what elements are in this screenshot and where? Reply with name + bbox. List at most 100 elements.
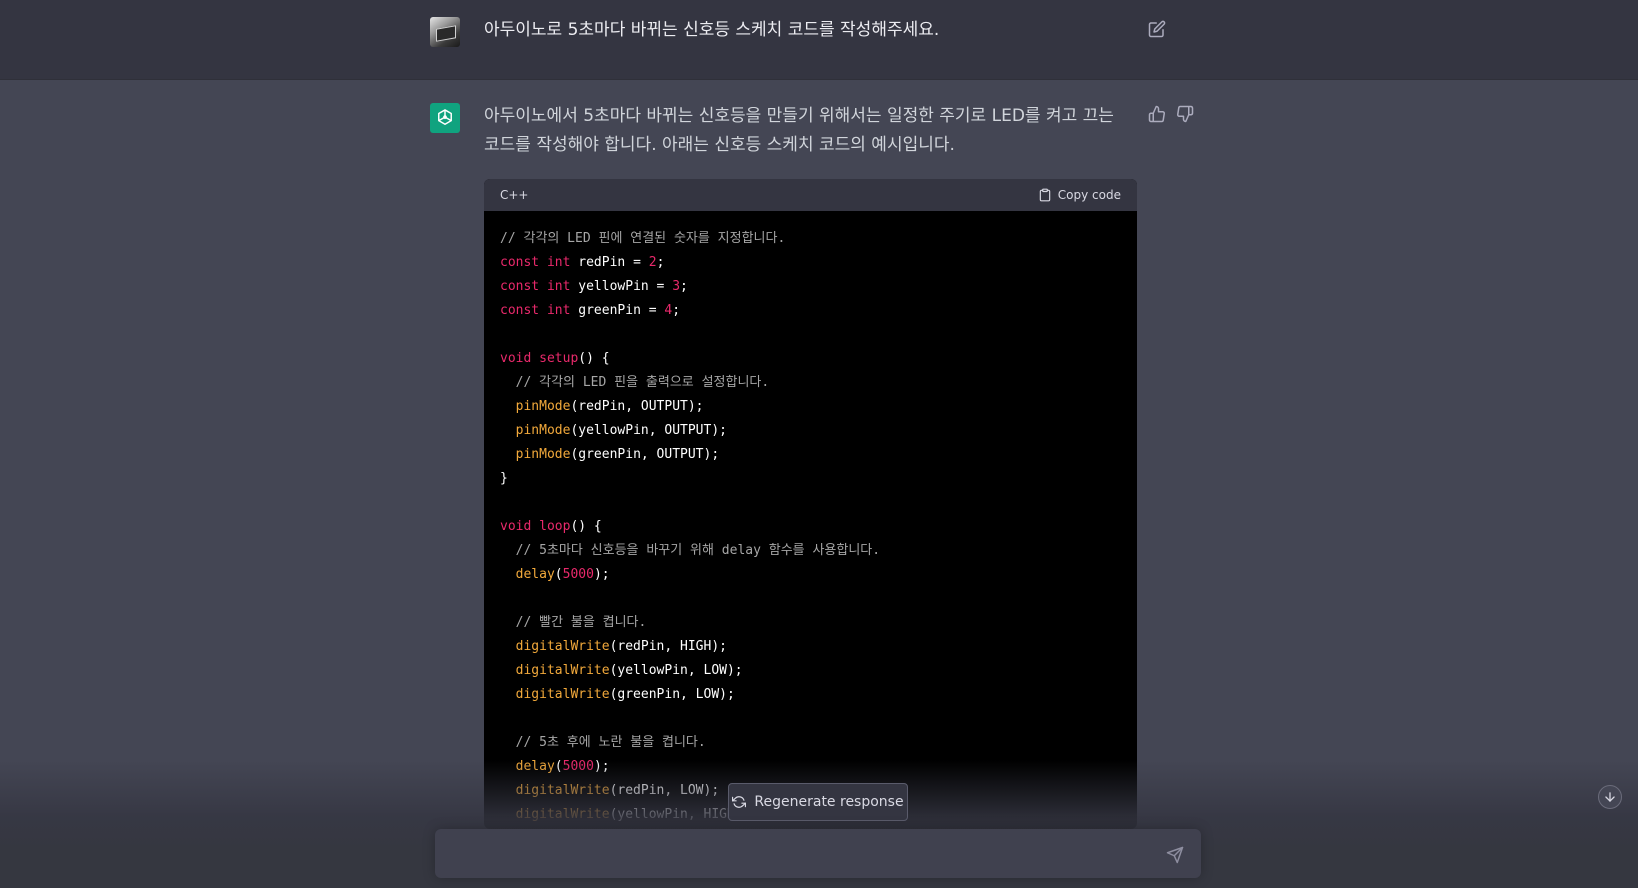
code-token: 5000 — [562, 567, 594, 582]
user-message-row: 아두이노로 5초마다 바뀌는 신호등 스케치 코드를 작성해주세요. — [0, 0, 1638, 80]
assistant-avatar — [430, 103, 460, 133]
code-token: int — [546, 303, 571, 318]
code-line: void loop() { — [500, 515, 1121, 539]
code-token: greenPin = — [570, 303, 665, 318]
code-token: (redPin, HIGH); — [609, 639, 727, 654]
edit-icon[interactable] — [1148, 20, 1166, 38]
code-token: (yellowPin, OUTPUT); — [570, 423, 727, 438]
clipboard-icon — [1039, 188, 1051, 202]
code-token: 2 — [648, 255, 657, 270]
code-token: () { — [570, 519, 602, 534]
code-token: const — [500, 279, 540, 294]
code-line: const int greenPin = 4; — [500, 299, 1121, 323]
code-line: // 각각의 LED 핀에 연결된 숫자를 지정합니다. — [500, 227, 1121, 251]
code-line: // 빨간 불을 켭니다. — [500, 611, 1121, 635]
code-line: void setup() { — [500, 347, 1121, 371]
thumbs-down-icon[interactable] — [1176, 105, 1194, 123]
scroll-to-bottom-button[interactable] — [1598, 785, 1622, 809]
code-token: ( — [554, 567, 563, 582]
refresh-icon — [732, 796, 747, 808]
code-token: delay — [515, 567, 555, 582]
code-token: const — [500, 303, 540, 318]
code-token: pinMode — [515, 447, 571, 462]
code-line: // 5초 후에 노란 불을 켭니다. — [500, 731, 1121, 755]
code-token: // 각각의 LED 핀을 출력으로 설정합니다. — [515, 375, 770, 390]
user-avatar — [430, 17, 460, 47]
code-token: } — [500, 471, 508, 486]
code-line: const int yellowPin = 3; — [500, 275, 1121, 299]
assistant-message-text: 아두이노에서 5초마다 바뀌는 신호등을 만들기 위해서는 일정한 주기로 LE… — [484, 106, 1114, 155]
code-token: void — [500, 519, 532, 534]
code-token: (greenPin, OUTPUT); — [570, 447, 720, 462]
code-token: setup — [539, 351, 579, 366]
code-token: // 빨간 불을 켭니다. — [515, 615, 647, 630]
code-token: ; — [672, 303, 681, 318]
code-token: int — [546, 279, 571, 294]
code-token: redPin = — [570, 255, 649, 270]
code-token: yellowPin = — [570, 279, 673, 294]
message-input[interactable] — [449, 841, 1133, 869]
code-line: // 각각의 LED 핀을 출력으로 설정합니다. — [500, 371, 1121, 395]
code-line: pinMode(redPin, OUTPUT); — [500, 395, 1121, 419]
code-line: delay(5000); — [500, 563, 1121, 587]
code-token: ; — [656, 255, 665, 270]
regenerate-response-label: Regenerate response — [754, 794, 904, 810]
send-icon[interactable] — [1166, 846, 1184, 864]
code-line: digitalWrite(yellowPin, LOW); — [500, 659, 1121, 683]
code-token: void — [500, 351, 532, 366]
code-token: () { — [578, 351, 610, 366]
code-token: digitalWrite — [515, 687, 610, 702]
code-line: } — [500, 467, 1121, 491]
code-line: digitalWrite(redPin, HIGH); — [500, 635, 1121, 659]
code-token: digitalWrite — [515, 663, 610, 678]
code-token: // 5초 후에 노란 불을 켭니다. — [515, 735, 706, 750]
code-token: ); — [593, 567, 610, 582]
code-line: pinMode(greenPin, OUTPUT); — [500, 443, 1121, 467]
code-token: ; — [680, 279, 688, 294]
code-block-header: C++ Copy code — [484, 179, 1137, 211]
code-token: // 각각의 LED 핀에 연결된 숫자를 지정합니다. — [500, 231, 786, 246]
code-token: const — [500, 255, 540, 270]
code-token: pinMode — [515, 399, 571, 414]
code-content[interactable]: // 각각의 LED 핀에 연결된 숫자를 지정합니다. const int re… — [484, 211, 1137, 827]
code-line: // 5초마다 신호등을 바꾸기 위해 delay 함수를 사용합니다. — [500, 539, 1121, 563]
thumbs-up-icon[interactable] — [1148, 105, 1166, 123]
code-line: pinMode(yellowPin, OUTPUT); — [500, 419, 1121, 443]
code-token: digitalWrite — [515, 639, 610, 654]
code-token: pinMode — [515, 423, 571, 438]
openai-logo-icon — [438, 109, 452, 125]
code-line: const int redPin = 2; — [500, 251, 1121, 275]
code-token: // 5초마다 신호등을 바꾸기 위해 delay 함수를 사용합니다. — [515, 543, 881, 558]
code-line: digitalWrite(greenPin, LOW); — [500, 683, 1121, 707]
copy-code-button[interactable]: Copy code — [1038, 188, 1121, 202]
code-token: (greenPin, LOW); — [609, 687, 735, 702]
code-token: int — [546, 255, 571, 270]
chat-page: 아두이노로 5초마다 바뀌는 신호등 스케치 코드를 작성해주세요. 아두이노에… — [0, 0, 1638, 888]
code-language-label: C++ — [500, 188, 529, 202]
chat-input-box — [435, 829, 1201, 878]
code-token: loop — [539, 519, 571, 534]
code-token: (redPin, OUTPUT); — [570, 399, 704, 414]
code-block: C++ Copy code // 각각의 LED 핀에 연결된 숫자를 지정합니… — [484, 179, 1137, 829]
user-message-text: 아두이노로 5초마다 바뀌는 신호등 스케치 코드를 작성해주세요. — [484, 20, 940, 40]
code-token: 3 — [672, 279, 681, 294]
arrow-down-icon — [1605, 792, 1615, 802]
regenerate-response-button[interactable]: Regenerate response — [728, 783, 908, 821]
code-token: (yellowPin, LOW); — [609, 663, 743, 678]
